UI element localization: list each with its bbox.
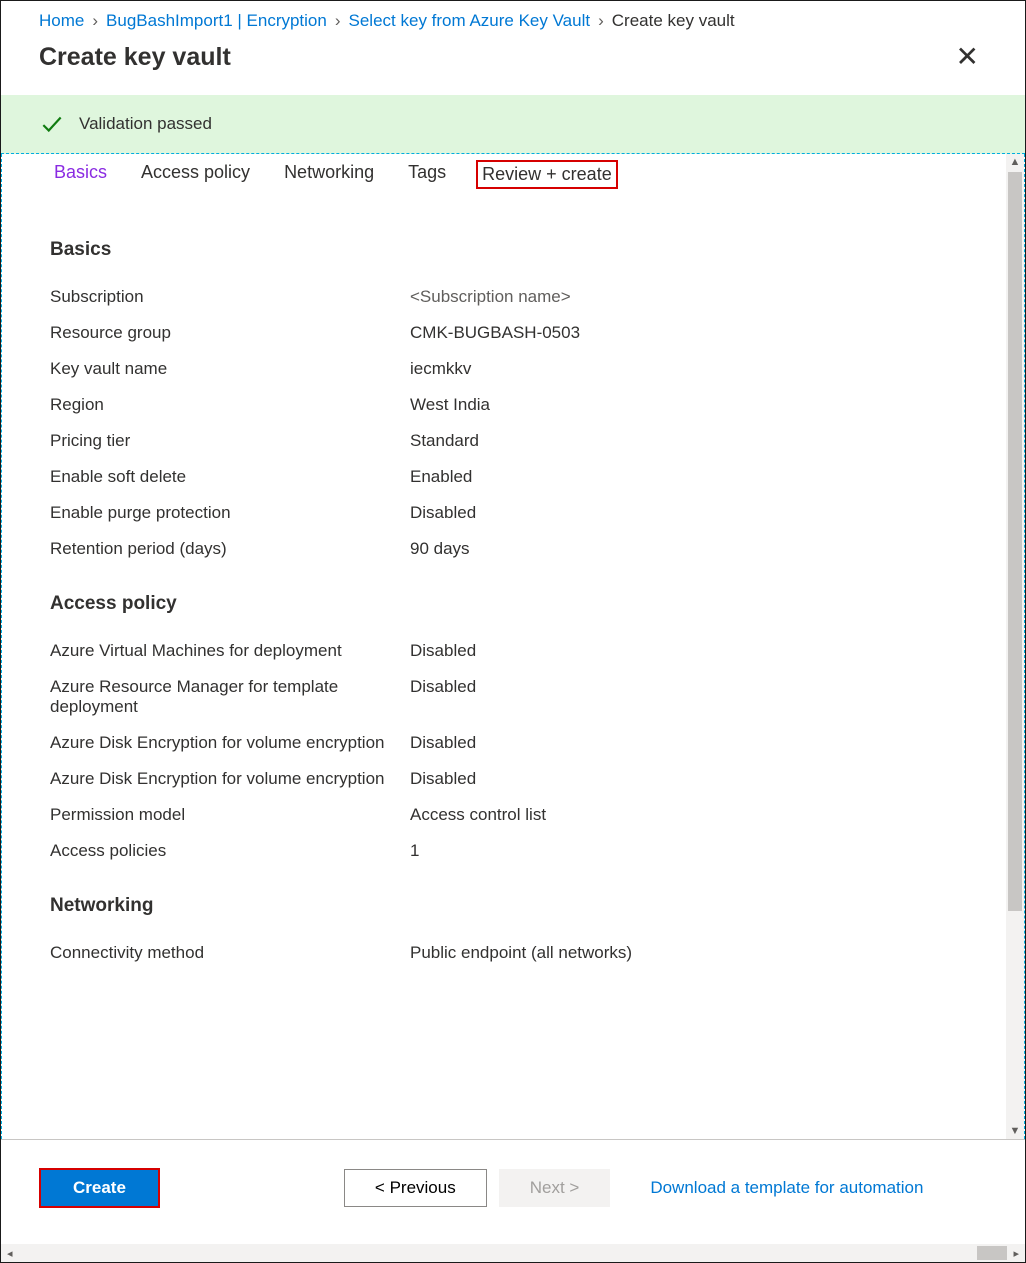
breadcrumb-link-select-key[interactable]: Select key from Azure Key Vault	[349, 11, 591, 31]
row-arm-template: Azure Resource Manager for template depl…	[50, 669, 978, 725]
field-value: <Subscription name>	[410, 287, 571, 307]
row-subscription: Subscription <Subscription name>	[50, 279, 978, 315]
field-label: Permission model	[50, 805, 410, 825]
check-icon	[39, 111, 65, 137]
previous-button[interactable]: < Previous	[344, 1169, 487, 1207]
tab-networking[interactable]: Networking	[280, 160, 378, 189]
field-value: 90 days	[410, 539, 470, 559]
row-key-vault-name: Key vault name iecmkkv	[50, 351, 978, 387]
scroll-down-icon[interactable]: ▼	[1006, 1123, 1024, 1139]
field-label: Azure Disk Encryption for volume encrypt…	[50, 769, 410, 789]
field-label: Azure Virtual Machines for deployment	[50, 641, 410, 661]
section-heading: Basics	[50, 239, 978, 261]
chevron-right-icon: ›	[92, 11, 98, 31]
field-value: Access control list	[410, 805, 546, 825]
section-access-policy: Access policy Azure Virtual Machines for…	[50, 593, 978, 869]
footer-actions: Create < Previous Next > Download a temp…	[1, 1139, 1025, 1244]
validation-text: Validation passed	[79, 114, 212, 134]
field-label: Key vault name	[50, 359, 410, 379]
field-label: Access policies	[50, 841, 410, 861]
field-value: iecmkkv	[410, 359, 471, 379]
tab-review-create[interactable]: Review + create	[476, 160, 618, 189]
row-access-policies-count: Access policies 1	[50, 833, 978, 869]
field-label: Subscription	[50, 287, 410, 307]
tab-access-policy[interactable]: Access policy	[137, 160, 254, 189]
row-disk-encryption-1: Azure Disk Encryption for volume encrypt…	[50, 725, 978, 761]
scroll-right-icon[interactable]: ▸	[1007, 1247, 1025, 1260]
tabs: Basics Access policy Networking Tags Rev…	[50, 154, 978, 219]
field-label: Region	[50, 395, 410, 415]
chevron-right-icon: ›	[335, 11, 341, 31]
row-resource-group: Resource group CMK-BUGBASH-0503	[50, 315, 978, 351]
field-value: Standard	[410, 431, 479, 451]
scroll-left-icon[interactable]: ◂	[1, 1247, 19, 1260]
field-label: Enable purge protection	[50, 503, 410, 523]
field-value: Disabled	[410, 769, 476, 789]
horizontal-scrollbar[interactable]: ◂ ▸	[1, 1244, 1025, 1262]
field-label: Enable soft delete	[50, 467, 410, 487]
field-label: Retention period (days)	[50, 539, 410, 559]
row-region: Region West India	[50, 387, 978, 423]
row-pricing-tier: Pricing tier Standard	[50, 423, 978, 459]
field-label: Azure Resource Manager for template depl…	[50, 677, 410, 717]
section-heading: Access policy	[50, 593, 978, 615]
field-value: Enabled	[410, 467, 472, 487]
tab-tags[interactable]: Tags	[404, 160, 450, 189]
row-connectivity-method: Connectivity method Public endpoint (all…	[50, 935, 978, 971]
field-value: CMK-BUGBASH-0503	[410, 323, 580, 343]
download-template-link[interactable]: Download a template for automation	[650, 1178, 923, 1198]
breadcrumb: Home › BugBashImport1 | Encryption › Sel…	[1, 1, 1025, 35]
close-icon[interactable]: ✕	[948, 39, 987, 75]
row-soft-delete: Enable soft delete Enabled	[50, 459, 978, 495]
field-value: Public endpoint (all networks)	[410, 943, 632, 963]
field-label: Resource group	[50, 323, 410, 343]
field-value: Disabled	[410, 503, 476, 523]
field-label: Pricing tier	[50, 431, 410, 451]
field-label: Connectivity method	[50, 943, 410, 963]
row-vm-deployment: Azure Virtual Machines for deployment Di…	[50, 633, 978, 669]
page-title: Create key vault	[39, 43, 231, 72]
scroll-thumb[interactable]	[1008, 172, 1022, 911]
breadcrumb-link-encryption[interactable]: BugBashImport1 | Encryption	[106, 11, 327, 31]
vertical-scrollbar[interactable]: ▲ ▼	[1006, 154, 1024, 1139]
chevron-right-icon: ›	[598, 11, 604, 31]
scroll-up-icon[interactable]: ▲	[1006, 154, 1024, 170]
row-purge-protection: Enable purge protection Disabled	[50, 495, 978, 531]
field-value: Disabled	[410, 677, 476, 697]
field-value: West India	[410, 395, 490, 415]
breadcrumb-current: Create key vault	[612, 11, 735, 31]
breadcrumb-link-home[interactable]: Home	[39, 11, 84, 31]
validation-banner: Validation passed	[1, 95, 1025, 154]
field-value: Disabled	[410, 641, 476, 661]
section-basics: Basics Subscription <Subscription name> …	[50, 239, 978, 567]
create-button[interactable]: Create	[39, 1168, 160, 1208]
field-label: Azure Disk Encryption for volume encrypt…	[50, 733, 410, 753]
section-heading: Networking	[50, 895, 978, 917]
field-value: 1	[410, 841, 419, 861]
section-networking: Networking Connectivity method Public en…	[50, 895, 978, 971]
row-disk-encryption-2: Azure Disk Encryption for volume encrypt…	[50, 761, 978, 797]
scroll-thumb[interactable]	[977, 1246, 1007, 1260]
next-button: Next >	[499, 1169, 611, 1207]
tab-basics[interactable]: Basics	[50, 160, 111, 189]
row-permission-model: Permission model Access control list	[50, 797, 978, 833]
row-retention-period: Retention period (days) 90 days	[50, 531, 978, 567]
field-value: Disabled	[410, 733, 476, 753]
